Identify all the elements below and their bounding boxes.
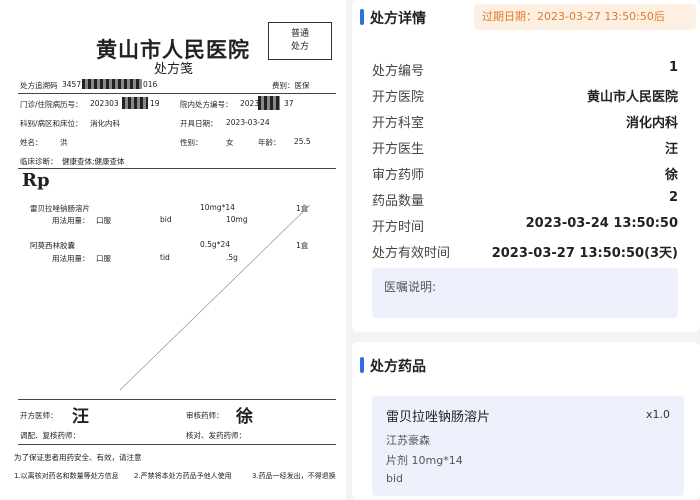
drug-item[interactable]: 雷贝拉唑钠肠溶片 x1.0 江苏豪森 片剂 10mg*14 bid: [372, 396, 684, 496]
detail-row: 审方药师 徐: [372, 164, 678, 184]
doctor-signature: 汪: [72, 407, 89, 427]
detail-row: 开方医生 汪: [372, 138, 678, 158]
drug-quantity: x1.0: [645, 408, 670, 421]
section-accent-bar: [360, 357, 364, 373]
pharmacist-signature: 徐: [236, 407, 253, 427]
footer-notice-2: 2.严禁将本处方药品予他人使用: [134, 472, 232, 480]
detail-row: 开方医院 黄山市人民医院: [372, 86, 678, 106]
drug-manufacturer: 江苏豪森: [386, 434, 430, 447]
divider: [18, 399, 336, 400]
detail-value: 汪: [664, 142, 678, 157]
detail-row: 处方编号 1: [372, 60, 678, 80]
prescription-detail-card: 处方详情 过期日期：2023-03-27 13:50:50后 处方编号 1 开方医…: [352, 0, 700, 332]
footer-notice: 为了保证患者用药安全、有效，请注意: [14, 453, 142, 462]
prescription-paper: 黄山市人民医院 处方笺 普通 处方 处方追溯码 3457 016 费别：医保 门…: [0, 0, 346, 500]
divider: [18, 444, 336, 445]
drug-frequency: bid: [386, 472, 404, 485]
detail-row: 药品数量 2: [372, 190, 678, 210]
doctor-note-label: 医嘱说明:: [384, 280, 437, 294]
footer-notice-3: 3.药品一经发出，不得退换: [252, 472, 336, 480]
detail-value: 黄山市人民医院: [586, 90, 678, 105]
footer-notice-1: 1.以离核对药名和数量等处方信息: [14, 472, 119, 480]
detail-value: 2023-03-27 13:50:50(3天): [491, 246, 678, 261]
expiry-badge: 过期日期：2023-03-27 13:50:50后: [474, 4, 696, 30]
detail-row: 处方有效时间 2023-03-27 13:50:50(3天): [372, 242, 678, 262]
doctor-note-box: 医嘱说明:: [372, 268, 678, 318]
detail-key: 药品数量: [372, 194, 425, 209]
prescription-detail-panel: 处方详情 过期日期：2023-03-27 13:50:50后 处方编号 1 开方医…: [352, 0, 700, 500]
reviewing-pharmacist-label: 审核药师：: [186, 411, 224, 420]
detail-key: 开方医院: [372, 90, 425, 105]
prescribing-doctor-label: 开方医师：: [20, 411, 58, 420]
detail-row: 开方科室 消化内科: [372, 112, 678, 132]
detail-value: 徐: [664, 168, 678, 183]
drug-name: 雷贝拉唑钠肠溶片: [386, 410, 491, 425]
detail-value: 2: [668, 190, 678, 205]
detail-value: 1: [668, 60, 678, 75]
detail-key: 开方医生: [372, 142, 425, 157]
section-accent-bar: [360, 9, 364, 25]
dispensing-pharmacist-label: 调配、复核药师：: [20, 431, 80, 440]
drug-spec: 片剂 10mg*14: [386, 454, 463, 467]
detail-row: 开方时间 2023-03-24 13:50:50: [372, 216, 678, 236]
section-title-drugs: 处方药品: [370, 359, 426, 375]
detail-key: 开方科室: [372, 116, 425, 131]
blank-area-strike-line: [119, 204, 311, 391]
detail-value: 消化内科: [625, 116, 678, 131]
section-title-details: 处方详情: [370, 11, 426, 27]
detail-key: 处方有效时间: [372, 246, 451, 261]
detail-value: 2023-03-24 13:50:50: [525, 216, 678, 231]
detail-key: 开方时间: [372, 220, 425, 235]
detail-key: 审方药师: [372, 168, 425, 183]
checking-pharmacist-label: 核对、发药药师：: [186, 431, 246, 440]
detail-key: 处方编号: [372, 64, 425, 79]
